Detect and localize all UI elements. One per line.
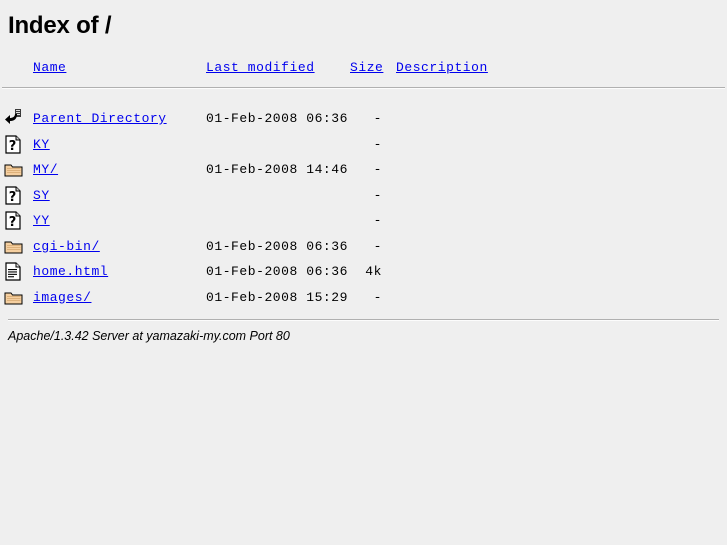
table-row: cgi-bin/01-Feb-2008 06:36 - bbox=[0, 235, 727, 261]
file-size: 4k bbox=[365, 264, 382, 279]
svg-text:?: ? bbox=[9, 215, 17, 230]
file-last-modified: 01-Feb-2008 06:36 bbox=[206, 111, 348, 126]
unknown-file-icon: ? bbox=[4, 185, 24, 207]
file-last-modified: 01-Feb-2008 06:36 bbox=[206, 238, 348, 254]
server-signature: Apache/1.3.42 Server at yamazaki-my.com … bbox=[8, 329, 290, 343]
file-link[interactable]: KY bbox=[33, 137, 50, 152]
file-last-modified: 01-Feb-2008 15:29 bbox=[206, 289, 348, 305]
file-size: - bbox=[373, 111, 382, 126]
table-row: images/01-Feb-2008 15:29 - bbox=[0, 286, 727, 312]
file-link[interactable]: images/ bbox=[33, 290, 91, 305]
file-link[interactable]: home.html bbox=[33, 264, 108, 279]
text-html-icon bbox=[4, 261, 24, 283]
column-header-name[interactable]: Name bbox=[33, 60, 66, 75]
file-link[interactable]: cgi-bin/ bbox=[33, 239, 100, 254]
directory-listing: Name Last modified Size Description Pare… bbox=[0, 60, 727, 343]
column-header-last-modified[interactable]: Last modified bbox=[206, 60, 315, 75]
svg-text:?: ? bbox=[9, 139, 17, 154]
table-row: ? SY - bbox=[0, 184, 727, 210]
page-title: Index of / bbox=[8, 12, 112, 39]
file-last-modified: 01-Feb-2008 14:46 bbox=[206, 162, 348, 177]
file-size: - bbox=[373, 162, 382, 177]
folder-icon bbox=[4, 236, 24, 258]
directory-index-page: Index of / Name Last modified Size Descr… bbox=[0, 0, 727, 343]
header-divider bbox=[2, 87, 725, 89]
file-last-modified: 01-Feb-2008 06:36 bbox=[206, 264, 348, 279]
table-row: Parent Directory 01-Feb-2008 06:36 - bbox=[0, 107, 727, 133]
file-size: - bbox=[373, 187, 382, 203]
table-row: ? YY - bbox=[0, 209, 727, 235]
unknown-file-icon: ? bbox=[4, 134, 24, 156]
folder-icon bbox=[4, 287, 24, 309]
table-row: home.html 01-Feb-2008 06:36 4k bbox=[0, 260, 727, 286]
file-link[interactable]: MY/ bbox=[33, 162, 58, 177]
file-size: - bbox=[373, 136, 382, 152]
file-link[interactable]: YY bbox=[33, 213, 50, 228]
folder-icon bbox=[4, 159, 24, 181]
unknown-file-icon: ? bbox=[4, 210, 24, 232]
file-size: - bbox=[373, 238, 382, 254]
column-header-size[interactable]: Size bbox=[350, 60, 383, 75]
file-link[interactable]: Parent Directory bbox=[33, 111, 167, 126]
table-header-row: Name Last modified Size Description bbox=[0, 60, 727, 78]
file-size: - bbox=[373, 213, 382, 228]
file-size: - bbox=[373, 289, 382, 305]
column-header-description[interactable]: Description bbox=[396, 60, 488, 75]
table-row: MY/01-Feb-2008 14:46 - bbox=[0, 158, 727, 184]
file-link[interactable]: SY bbox=[33, 188, 50, 203]
table-row: ? KY - bbox=[0, 133, 727, 159]
parent-directory-icon bbox=[4, 108, 24, 130]
file-rows: Parent Directory 01-Feb-2008 06:36-? KY - MY… bbox=[0, 107, 727, 311]
svg-text:?: ? bbox=[9, 190, 17, 205]
